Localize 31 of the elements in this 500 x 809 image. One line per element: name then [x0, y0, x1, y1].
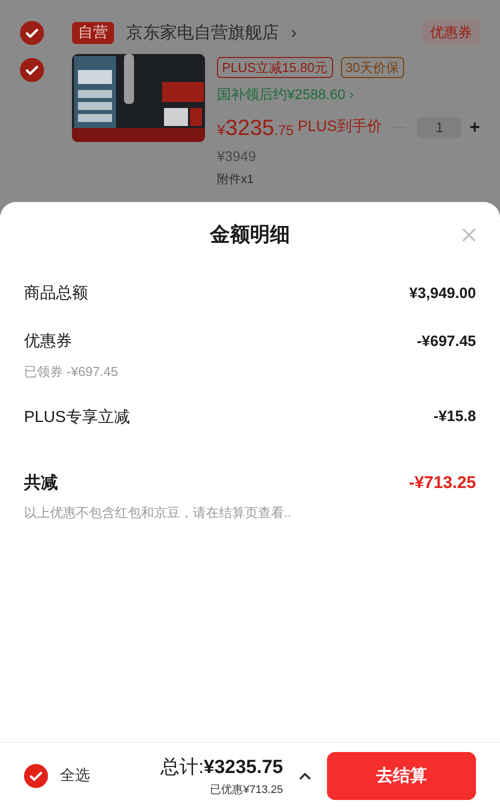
original-price: ¥3949: [217, 147, 257, 166]
amount-label: 优惠券: [24, 332, 72, 352]
price-label: PLUS到手价: [298, 117, 382, 138]
amount-value: -¥15.8: [433, 407, 476, 428]
amount-note: 以上优惠不包含红包和京豆，请在结算页查看..: [24, 504, 292, 522]
saved-amount: 已优惠¥713.25: [210, 782, 283, 798]
amount-label: 共减: [24, 472, 58, 494]
chevron-icon: ›: [291, 20, 297, 46]
amount-value: -¥713.25: [408, 472, 476, 494]
select-all-label[interactable]: 全选: [60, 764, 90, 788]
checked-circle-icon[interactable]: [20, 20, 44, 45]
amount-label: 商品总额: [24, 284, 88, 304]
amount-value: ¥3,949.00: [409, 284, 476, 304]
quantity-field[interactable]: 1: [417, 117, 462, 138]
store-name[interactable]: 京东家电自营旗舰店: [126, 20, 279, 46]
checked-circle-icon[interactable]: [24, 764, 48, 788]
total-amount: 总计:¥3235.75: [160, 756, 283, 780]
self-operated-badge: 自营: [72, 22, 114, 44]
promo-tag: 30天价保: [340, 56, 404, 78]
checkout-button[interactable]: 去结算: [327, 752, 476, 800]
coupon-link[interactable]: 优惠券: [422, 20, 480, 46]
caret-up-icon[interactable]: [299, 772, 311, 780]
sheet-title: 金额明细: [210, 222, 290, 248]
amount-value: -¥697.45: [416, 332, 476, 352]
promo-tag: PLUS立减15.80元: [217, 56, 332, 78]
amount-note: 已领券 -¥697.45: [24, 363, 119, 381]
price: ¥3235.75: [217, 114, 294, 142]
accessory-toggle[interactable]: 附件x1: [217, 173, 480, 185]
amount-label: PLUS专享立减: [24, 408, 130, 428]
plus-button[interactable]: +: [469, 114, 480, 141]
checked-circle-icon[interactable]: [20, 58, 44, 82]
